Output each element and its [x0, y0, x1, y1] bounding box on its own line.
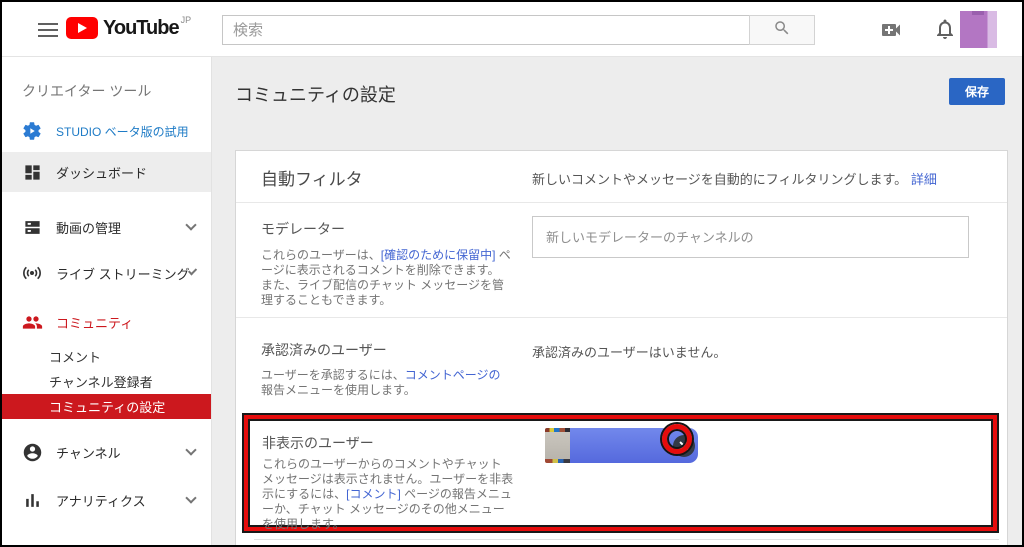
dashboard-icon — [21, 161, 43, 183]
chevron-down-icon — [185, 219, 197, 231]
sidebar-item-community[interactable]: コミュニティ — [2, 302, 211, 342]
hidden-users-title: 非表示のユーザー — [262, 435, 374, 451]
sidebar-item-label: STUDIO ベータ版の試用 — [56, 124, 189, 139]
comments-link[interactable]: [コメント] — [346, 487, 401, 501]
search-icon — [773, 19, 791, 42]
youtube-logo[interactable]: YouTube JP — [66, 15, 192, 39]
chevron-down-icon — [185, 444, 197, 456]
sidebar-item-label: 動画の管理 — [56, 220, 122, 236]
approved-users-description: ユーザーを承認するには、コメントページの報告メニューを使用します。 — [261, 368, 501, 397]
youtube-play-icon — [66, 17, 98, 39]
sidebar-item-label: ダッシュボード — [56, 165, 148, 181]
moderators-title: モデレーター — [261, 221, 345, 237]
approved-users-empty-text: 承認済みのユーザーはいません。 — [532, 345, 727, 360]
sidebar-item-label: ライブ ストリーミング — [56, 266, 190, 282]
sidebar-item-translations[interactable]: 文 翻訳と文字起こし — [2, 534, 211, 545]
hamburger-menu-icon[interactable] — [38, 23, 58, 37]
youtube-wordmark: YouTube — [103, 17, 180, 39]
analytics-bars-icon — [21, 489, 43, 511]
main-content: コミュニティの設定 保存 自動フィルタ 新しいコメントやメッセージを自動的にフィ… — [213, 57, 1022, 545]
settings-card: 自動フィルタ 新しいコメントやメッセージを自動的にフィルタリングします。 詳細 … — [235, 150, 1008, 545]
sidebar-item-channel[interactable]: チャンネル — [2, 432, 211, 472]
sidebar-item-comments[interactable]: コメント — [2, 344, 211, 368]
notifications-bell-icon[interactable] — [933, 17, 957, 46]
sidebar-item-label: 翻訳と文字起こし — [56, 545, 160, 546]
moderators-section: モデレーター これらのユーザーは、[確認のために保留中] ページに表示されるコメ… — [236, 203, 1007, 318]
section-divider — [254, 539, 999, 540]
comments-page-link[interactable]: コメントページの — [405, 368, 501, 382]
held-for-review-link[interactable]: [確認のために保留中] — [381, 248, 496, 262]
remove-hidden-user-button[interactable] — [673, 435, 695, 457]
account-avatar[interactable] — [960, 11, 997, 48]
sidebar-item-live-streaming[interactable]: ライブ ストリーミング — [2, 253, 211, 293]
page-title: コミュニティの設定 — [235, 85, 396, 105]
search-button[interactable] — [749, 15, 815, 45]
screenshot-root: YouTube JP クリエイター ツール STUDIO ベータ版の試用 — [0, 0, 1024, 547]
channel-person-icon — [21, 441, 43, 463]
details-link[interactable]: 詳細 — [911, 172, 937, 187]
sidebar-item-label: チャンネル — [56, 445, 121, 461]
sidebar-item-studio-beta[interactable]: STUDIO ベータ版の試用 — [2, 113, 211, 149]
approved-users-section: 承認済みのユーザー ユーザーを承認するには、コメントページの報告メニューを使用し… — [236, 318, 1007, 418]
hidden-user-avatar — [545, 428, 570, 463]
autofilter-description: 新しいコメントやメッセージを自動的にフィルタリングします。 詳細 — [532, 172, 937, 187]
moderators-description: これらのユーザーは、[確認のために保留中] ページに表示されるコメントを削除でき… — [261, 248, 511, 307]
hidden-users-annotation-box: 非表示のユーザー これらのユーザーからのコメントやチャット メッセージは表示され… — [248, 419, 993, 531]
sidebar-item-dashboard[interactable]: ダッシュボード — [2, 152, 211, 192]
community-people-icon — [21, 311, 43, 333]
autofilter-section: 自動フィルタ 新しいコメントやメッセージを自動的にフィルタリングします。 詳細 — [236, 151, 1007, 203]
sidebar-item-community-settings[interactable]: コミュニティの設定 — [2, 394, 211, 419]
sidebar-title: クリエイター ツール — [22, 83, 152, 99]
sidebar: クリエイター ツール STUDIO ベータ版の試用 ダッシュボード 動画の管理 — [2, 57, 212, 545]
sidebar-subitem-label: コミュニティの設定 — [49, 400, 166, 415]
sidebar-item-label: アナリティクス — [56, 493, 146, 509]
studio-gear-icon — [21, 120, 43, 142]
translate-icon: 文 — [21, 543, 43, 545]
search-input[interactable] — [222, 15, 750, 45]
hidden-users-description: これらのユーザーからのコメントやチャット メッセージは表示されません。ユーザーを… — [262, 457, 514, 531]
sidebar-subitem-label: コメント — [49, 349, 102, 365]
autofilter-title: 自動フィルタ — [261, 170, 363, 189]
sidebar-item-label: コミュニティ — [56, 315, 134, 331]
approved-users-title: 承認済みのユーザー — [261, 342, 387, 358]
video-manager-icon — [21, 216, 43, 238]
sidebar-item-analytics[interactable]: アナリティクス — [2, 480, 211, 520]
sidebar-item-subscribers[interactable]: チャンネル登録者 — [2, 369, 211, 393]
save-button[interactable]: 保存 — [949, 78, 1005, 105]
sidebar-item-video-manager[interactable]: 動画の管理 — [2, 207, 211, 247]
sidebar-subitem-label: チャンネル登録者 — [49, 374, 153, 390]
top-header: YouTube JP — [2, 2, 1022, 57]
add-moderator-input[interactable] — [532, 216, 969, 258]
live-streaming-icon — [21, 262, 43, 284]
upload-video-icon[interactable] — [878, 18, 904, 47]
logo-region-label: JP — [180, 15, 192, 25]
chevron-down-icon — [185, 492, 197, 504]
hidden-user-chip[interactable] — [545, 424, 698, 463]
